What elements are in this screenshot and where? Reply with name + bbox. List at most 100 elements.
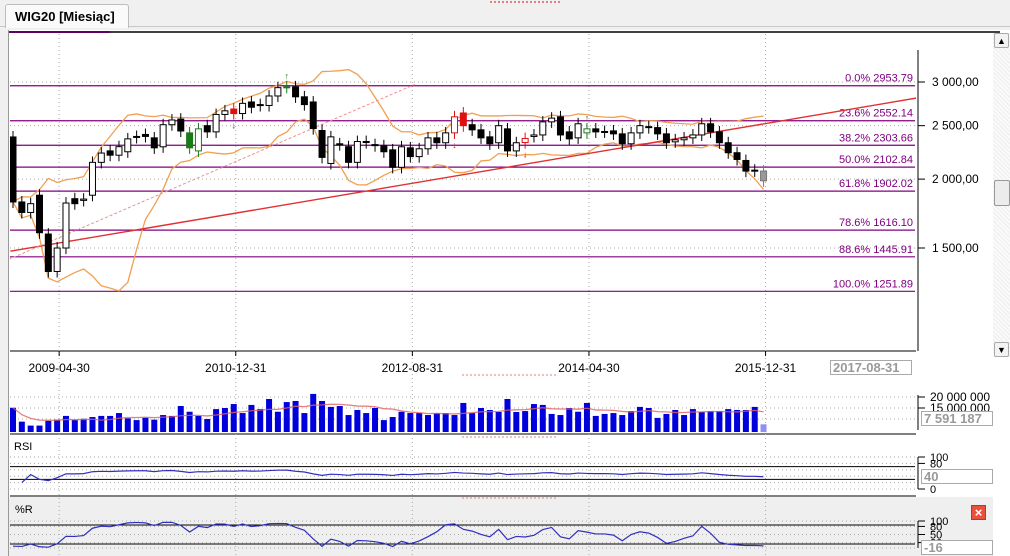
candle-body: [627, 132, 635, 145]
candle-body: [150, 137, 158, 149]
candle: [645, 120, 653, 134]
scroll-up-button[interactable]: ▲: [994, 33, 1009, 48]
volume-bar: [310, 393, 317, 432]
candle-body: [645, 126, 653, 129]
candle-body: [88, 161, 96, 196]
candle-body: [662, 133, 670, 144]
volume-bar: [319, 400, 326, 432]
candle: [689, 129, 697, 144]
candle-body: [300, 96, 308, 106]
candle-body: [44, 233, 52, 272]
candle-body: [530, 134, 538, 137]
candle-body: [442, 132, 450, 144]
candle: [609, 124, 617, 140]
y-tick-label: 2 000,00: [932, 172, 979, 186]
candle-body: [654, 127, 662, 135]
fibonacci-label: 61.8% 1902.02: [839, 178, 913, 190]
rsi-title: RSI: [14, 441, 33, 453]
candle-body: [186, 132, 194, 149]
candle: [380, 139, 388, 158]
volume-bar: [495, 411, 502, 432]
rsi-line: [21, 469, 764, 484]
candle-body: [495, 125, 503, 144]
volume-bar: [18, 421, 25, 432]
candle-body: [35, 194, 43, 234]
volume-readout: 7 591 187: [921, 411, 993, 426]
y-tick-label: 2 500,00: [932, 119, 979, 133]
candle: [230, 103, 238, 120]
candle-body: [565, 131, 573, 140]
candle-body: [486, 136, 494, 145]
candle: [424, 131, 432, 155]
volume-bar: [239, 413, 246, 432]
volume-bar: [283, 402, 290, 432]
candle-body: [724, 142, 732, 154]
volume-bar: [504, 398, 511, 432]
candle: [300, 90, 308, 111]
candle-body: [115, 146, 123, 156]
candle-body: [707, 123, 715, 133]
candle-body: [71, 198, 79, 205]
scroll-thumb[interactable]: [994, 180, 1010, 206]
volume-bar: [204, 419, 211, 432]
candle: [309, 96, 317, 135]
candle-body: [680, 137, 688, 141]
candle: [680, 131, 688, 146]
volume-bar: [124, 418, 131, 432]
volume-bar: [539, 404, 546, 432]
volume-bar: [221, 408, 228, 432]
candle: [503, 122, 511, 157]
candle: [486, 130, 494, 150]
volume-bar: [672, 409, 679, 432]
candle: [751, 164, 759, 177]
fibonacci-label: 50.0% 2102.84: [839, 154, 913, 166]
candle: [521, 132, 529, 149]
candle: [565, 125, 573, 145]
sell-arrow-icon: ↓: [523, 150, 528, 160]
candle-body: [742, 159, 750, 172]
volume-bar: [230, 404, 237, 432]
candle-body: [609, 130, 617, 135]
candle-body: [203, 125, 211, 133]
volume-bar: [80, 418, 87, 432]
close-panel-button[interactable]: ×: [971, 505, 986, 520]
candle-body: [318, 130, 326, 158]
candle: [80, 193, 88, 207]
candle-body: [671, 139, 679, 143]
candle: [477, 123, 485, 144]
bollinger-upper: [12, 68, 764, 203]
candle: [194, 122, 202, 157]
chart-canvas[interactable]: 2009-04-30 2010-12-31 2012-08-31 2014-04-30…: [0, 0, 1010, 556]
candle-body: [212, 113, 220, 133]
volume-bar: [71, 420, 78, 432]
candle: [44, 228, 52, 278]
candle: [318, 124, 326, 164]
volume-bar: [734, 409, 741, 432]
x-tick-label: 2010-12-31: [205, 361, 267, 375]
candle-body: [503, 128, 511, 152]
candle-body: [548, 117, 556, 123]
candle-body: [398, 146, 406, 168]
candle-body: [592, 128, 600, 133]
candle-body: [362, 141, 370, 144]
volume-bar: [45, 420, 52, 432]
volume-bar: [460, 402, 467, 432]
volume-bar: [27, 425, 34, 432]
candle: [539, 115, 547, 142]
volume-bar: [177, 406, 184, 432]
candle-body: [451, 116, 458, 134]
candle-body: [18, 201, 26, 213]
scroll-down-button[interactable]: ▼: [994, 342, 1009, 357]
volume-bar: [663, 413, 670, 432]
volume-bar: [336, 406, 343, 432]
candle: [530, 129, 538, 143]
candle: [115, 140, 123, 162]
volume-bar: [601, 413, 608, 432]
volume-bar: [62, 415, 69, 432]
candle: [583, 122, 591, 139]
volume-bar: [566, 408, 573, 432]
volume-bar: [133, 420, 140, 432]
fibonacci-label: 88.6% 1445.91: [839, 244, 913, 256]
volume-bar: [760, 424, 767, 432]
candle-body: [512, 142, 520, 152]
